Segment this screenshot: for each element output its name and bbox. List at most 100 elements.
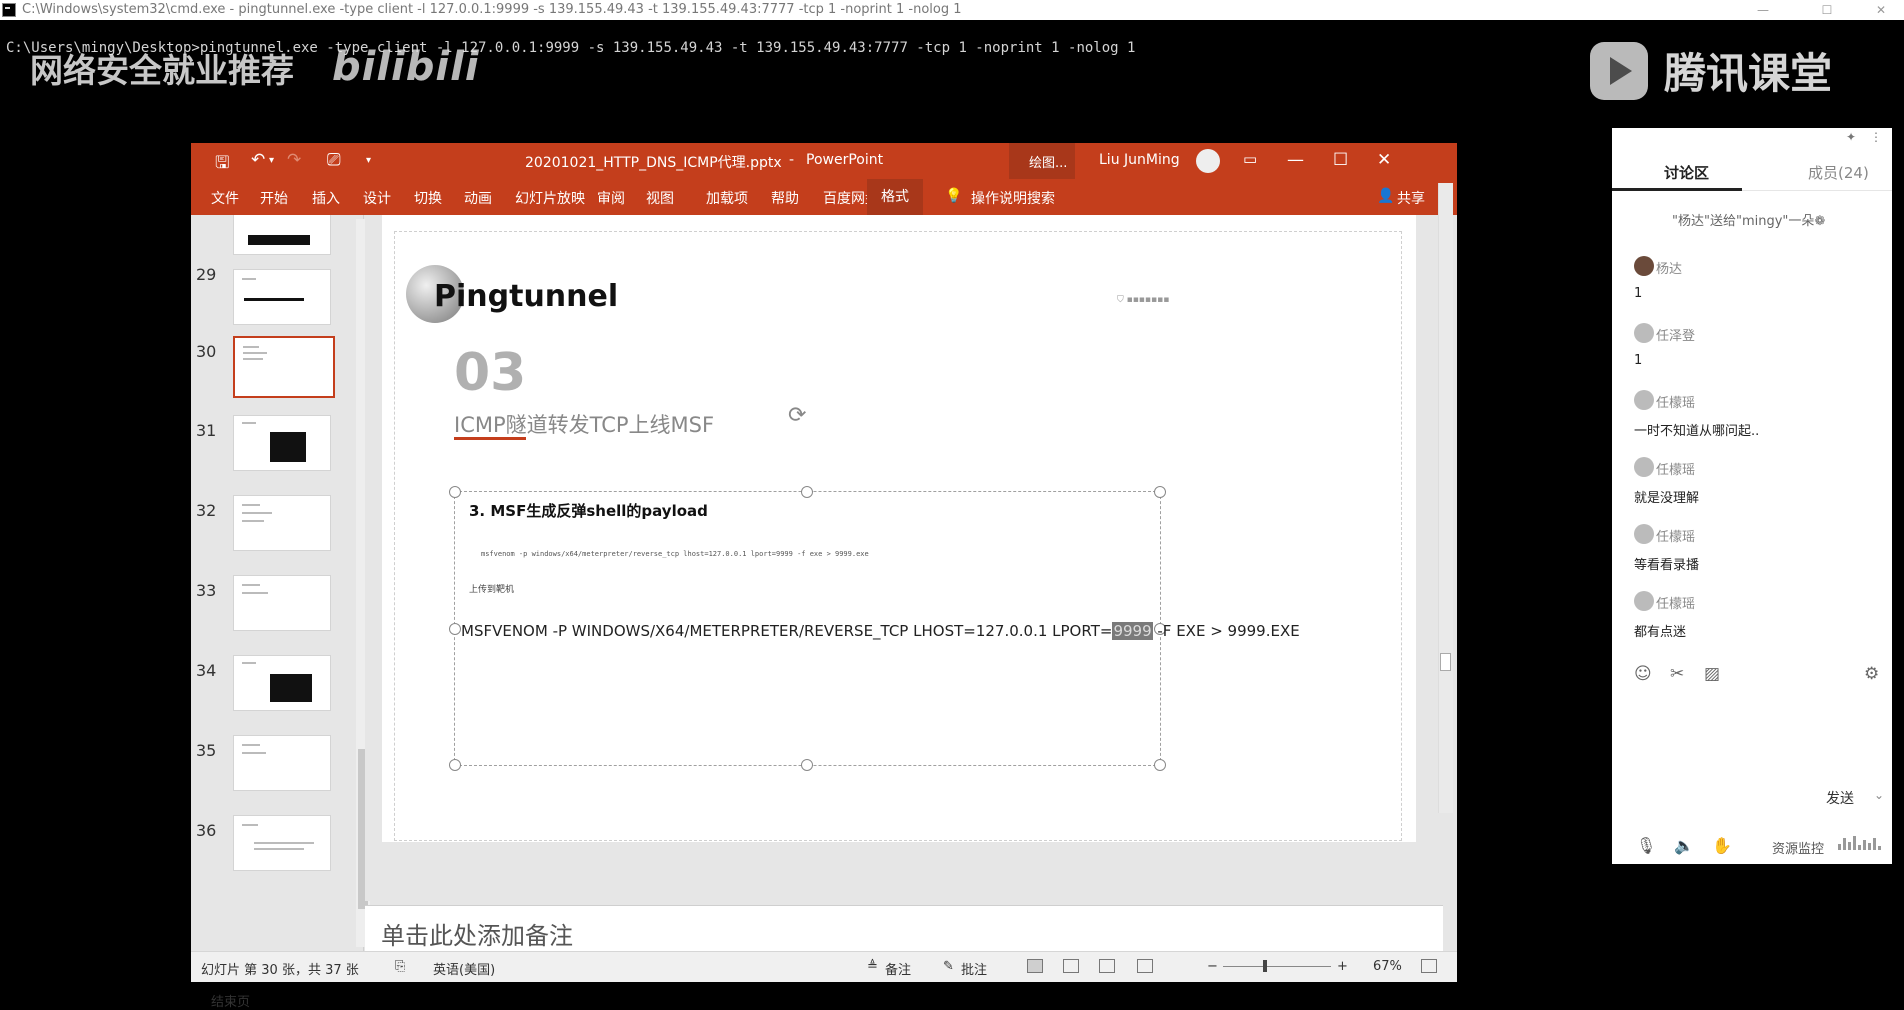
spellcheck-icon[interactable]: ⎘ — [395, 959, 405, 974]
tab-file[interactable]: 文件 — [211, 188, 239, 208]
tab-review[interactable]: 审阅 — [597, 188, 625, 208]
tab-transitions[interactable]: 切换 — [414, 188, 442, 208]
ppt-close-button[interactable]: ✕ — [1377, 150, 1391, 170]
microphone-icon[interactable]: 🎙 — [1636, 836, 1656, 855]
tab-format[interactable]: 格式 — [867, 179, 923, 215]
speaker-icon[interactable]: 🔈 — [1674, 836, 1694, 855]
tab-slideshow[interactable]: 幻灯片放映 — [515, 188, 585, 208]
tab-insert[interactable]: 插入 — [312, 188, 340, 208]
close-button[interactable]: ✕ — [1858, 0, 1904, 20]
comments-icon[interactable]: ✎ — [943, 959, 954, 974]
send-options-icon[interactable]: ⌄ — [1874, 788, 1884, 802]
zoom-in-button[interactable]: + — [1337, 959, 1348, 974]
slide-thumbnail[interactable] — [233, 215, 331, 255]
avatar[interactable] — [1634, 524, 1654, 544]
avatar[interactable] — [1634, 256, 1654, 276]
zoom-slider-track[interactable] — [1223, 966, 1331, 967]
tab-addins[interactable]: 加载项 — [706, 188, 748, 208]
resize-handle[interactable] — [801, 486, 813, 498]
avatar[interactable] — [1634, 323, 1654, 343]
comments-toggle[interactable]: 批注 — [961, 959, 987, 978]
message-author[interactable]: 任檬瑶 — [1656, 392, 1695, 411]
zoom-level[interactable]: 67% — [1373, 959, 1402, 974]
fit-to-window-icon[interactable] — [1421, 959, 1437, 973]
message-author[interactable]: 杨达 — [1656, 258, 1682, 277]
notes-pane[interactable]: 单击此处添加备注 — [365, 905, 1443, 952]
resource-monitor-label[interactable]: 资源监控 — [1772, 838, 1824, 857]
section-title[interactable]: ICMP隧道转发TCP上线MSF — [454, 409, 714, 439]
pin-icon[interactable]: ✦ — [1846, 130, 1856, 144]
redo-icon[interactable]: ↷ — [287, 150, 301, 170]
msfvenom-command[interactable]: MSFVENOM -P WINDOWS/X64/METERPRETER/REVE… — [461, 622, 1300, 640]
resize-handle[interactable] — [1154, 486, 1166, 498]
present-icon[interactable]: ⎚ — [327, 150, 341, 170]
tab-design[interactable]: 设计 — [363, 188, 391, 208]
customize-quick-access-icon[interactable]: ▾ — [366, 155, 371, 166]
resize-handle[interactable] — [449, 486, 461, 498]
slide-thumbnail[interactable] — [233, 655, 331, 711]
scissors-icon[interactable]: ✂ — [1670, 664, 1684, 684]
notes-toggle-icon[interactable]: ≜ — [867, 959, 878, 974]
user-avatar[interactable] — [1196, 149, 1220, 173]
save-icon[interactable]: 🖫 — [215, 150, 229, 179]
notes-toggle[interactable]: 备注 — [885, 959, 911, 978]
message-author[interactable]: 任檬瑶 — [1656, 459, 1695, 478]
avatar[interactable] — [1634, 457, 1654, 477]
undo-icon[interactable]: ↶ — [251, 150, 265, 170]
ppt-minimize-button[interactable]: — — [1287, 150, 1304, 170]
slide-thumbnail-selected[interactable] — [233, 336, 335, 398]
message-author[interactable]: 任檬瑶 — [1656, 593, 1695, 612]
tab-discussion[interactable]: 讨论区 — [1664, 162, 1709, 183]
slide-thumbnail[interactable] — [233, 735, 331, 791]
handwave-icon[interactable]: ✋ — [1712, 836, 1732, 855]
emoji-icon[interactable]: ☺ — [1634, 664, 1652, 684]
tab-view[interactable]: 视图 — [646, 188, 674, 208]
zoom-slider-thumb[interactable] — [1263, 960, 1267, 972]
user-name[interactable]: Liu JunMing — [1099, 152, 1180, 168]
slide-thumbnail[interactable] — [233, 815, 331, 871]
maximize-button[interactable]: ☐ — [1804, 0, 1850, 20]
normal-view-icon[interactable] — [1027, 959, 1043, 973]
slide-sorter-icon[interactable] — [1063, 959, 1079, 973]
resize-handle[interactable] — [449, 759, 461, 771]
slide-thumbnail[interactable] — [233, 415, 331, 471]
ribbon-display-options-icon[interactable]: ▭ — [1243, 150, 1257, 168]
rotate-handle-icon[interactable]: ⟳ — [788, 403, 806, 428]
share-icon[interactable]: 👤 — [1377, 188, 1394, 204]
resize-handle[interactable] — [449, 623, 461, 635]
reading-view-icon[interactable] — [1099, 959, 1115, 973]
send-button[interactable]: 发送 — [1826, 788, 1854, 808]
avatar[interactable] — [1634, 591, 1654, 611]
more-options-icon[interactable]: ⋮ — [1870, 130, 1882, 144]
slide-thumbnail[interactable] — [233, 575, 331, 631]
tab-home[interactable]: 开始 — [260, 188, 288, 208]
slide-title[interactable]: Pingtunnel — [434, 279, 618, 314]
slideshow-icon[interactable] — [1137, 959, 1153, 973]
message-author[interactable]: 任泽登 — [1656, 325, 1695, 344]
slide-scrollbar[interactable] — [1438, 183, 1453, 813]
ppt-maximize-button[interactable]: ☐ — [1333, 150, 1348, 170]
tab-animations[interactable]: 动画 — [464, 188, 492, 208]
slide-thumbnail[interactable] — [233, 269, 331, 325]
zoom-out-button[interactable]: − — [1207, 959, 1218, 974]
selected-text[interactable]: 9999 — [1112, 622, 1153, 640]
section-number[interactable]: 03 — [454, 343, 526, 403]
end-page-section[interactable]: 结束页 — [211, 991, 250, 1010]
slide-canvas[interactable]: Pingtunnel ⛉ ▪▪▪▪▪▪▪ 03 ICMP隧道转发TCP上线MSF… — [382, 215, 1416, 842]
language-indicator[interactable]: 英语(美国) — [433, 959, 495, 978]
share-button[interactable]: 共享 — [1397, 188, 1425, 208]
tell-me-search[interactable]: 操作说明搜索 — [971, 188, 1055, 208]
selected-textbox[interactable]: 3. MSF生成反弹shell的payload msfvenom -p wind… — [449, 486, 1300, 771]
resize-handle[interactable] — [801, 759, 813, 771]
cmd-titlebar[interactable]: C:\Windows\system32\cmd.exe - pingtunnel… — [0, 0, 1904, 20]
image-icon[interactable]: ▨ — [1704, 664, 1720, 684]
resize-handle[interactable] — [1154, 759, 1166, 771]
avatar[interactable] — [1634, 390, 1654, 410]
notes-placeholder[interactable]: 单击此处添加备注 — [381, 916, 573, 951]
tab-members[interactable]: 成员(24) — [1808, 162, 1869, 183]
message-author[interactable]: 任檬瑶 — [1656, 526, 1695, 545]
tab-help[interactable]: 帮助 — [771, 188, 799, 208]
settings-icon[interactable]: ⚙ — [1864, 664, 1879, 684]
undo-dropdown-icon[interactable]: ▾ — [269, 155, 274, 166]
minimize-button[interactable]: — — [1740, 0, 1786, 20]
